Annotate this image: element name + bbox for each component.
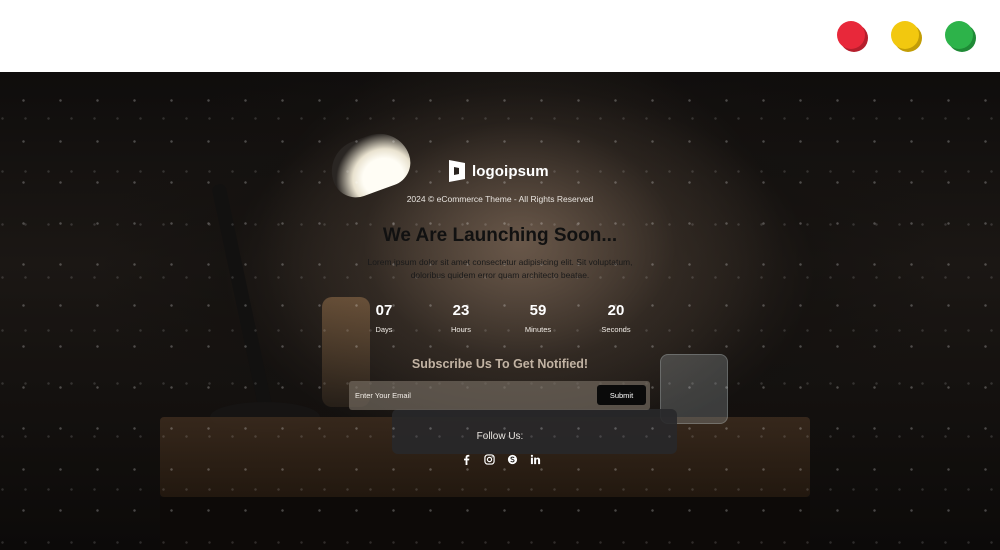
facebook-icon[interactable] [460, 453, 472, 465]
brand-name: logoipsum [472, 162, 549, 180]
countdown-label: Hours [450, 325, 471, 334]
countdown-timer: 07 Days 23 Hours 59 Minutes 20 Seconds [0, 302, 1000, 342]
logo-mark-icon [449, 160, 465, 182]
subscribe-heading: Subscribe Us To Get Notified! [411, 357, 589, 371]
countdown-value: 23 [452, 302, 470, 319]
countdown-label: Seconds [601, 325, 631, 334]
countdown-label: Minutes [524, 325, 552, 334]
minimize-window-button[interactable] [891, 21, 920, 50]
submit-button[interactable]: Submit [597, 385, 646, 405]
social-links [460, 452, 542, 466]
countdown-hours: 23 Hours [431, 302, 491, 334]
page-title: We Are Launching Soon... [382, 225, 618, 246]
instagram-icon[interactable] [483, 453, 495, 465]
skype-icon[interactable] [507, 453, 519, 465]
page-description: Lorem ipsum dolor sit amet consectetur a… [367, 257, 633, 280]
countdown-value: 20 [607, 302, 625, 319]
copyright-text: 2024 © eCommerce Theme - All Rights Rese… [406, 194, 594, 204]
countdown-label: Days [375, 325, 393, 334]
countdown-days: 07 Days [354, 302, 414, 334]
window-titlebar [0, 0, 1000, 72]
subscribe-form: Submit [349, 381, 650, 410]
countdown-value: 07 [375, 302, 393, 319]
follow-us-label: Follow Us: [476, 431, 524, 442]
coming-soon-panel: logoipsum 2024 © eCommerce Theme - All R… [0, 72, 1000, 550]
brand-logo[interactable]: logoipsum [447, 159, 549, 183]
countdown-seconds: 20 Seconds [586, 302, 646, 334]
countdown-minutes: 59 Minutes [508, 302, 568, 334]
maximize-window-button[interactable] [945, 21, 974, 50]
email-field[interactable] [355, 386, 590, 405]
countdown-value: 59 [529, 302, 547, 319]
linkedin-icon[interactable] [530, 453, 542, 465]
close-window-button[interactable] [837, 21, 866, 50]
